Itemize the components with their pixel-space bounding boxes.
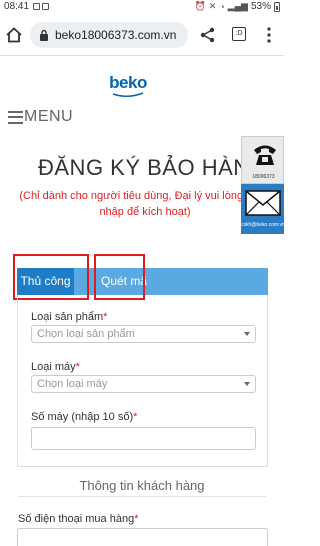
battery-percent: 53% [250,1,271,12]
chevron-down-icon[interactable] [244,382,250,386]
purchase-phone-label: Số điện thoại mua hàng* [18,513,139,525]
envelope-icon[interactable] [245,189,281,217]
section-divider [18,496,266,497]
mute-icon: ✕ [208,1,217,11]
status-time: 08:41 [4,1,30,12]
customer-section-title: Thông tin khách hàng [79,478,205,493]
logo-swoosh [112,92,144,97]
email-button[interactable]: cskh@beko.com.vn [241,184,284,234]
url-text[interactable]: beko18006373.com.vn [55,28,176,42]
menu-button[interactable]: MENU [8,108,73,126]
home-icon[interactable] [5,26,23,44]
more-menu-icon[interactable] [265,26,273,44]
hotline-button[interactable]: 18006373 [241,136,284,184]
tab-switcher-button[interactable]: :D [232,27,246,41]
machine-type-label: Loại máy* [31,361,80,373]
telephone-icon[interactable] [252,142,278,168]
notification-icons [33,2,63,12]
share-icon[interactable] [199,26,217,44]
signal-icon: ▂▄▆ [227,1,248,11]
email-address[interactable]: cskh@beko.com.vn [241,222,284,228]
serial-number-input[interactable] [31,427,256,450]
highlight-box-scan [94,254,145,300]
wifi-icon: ◔ [219,1,225,12]
hamburger-icon[interactable] [8,110,23,124]
machine-type-select[interactable]: Chọn loại máy [31,375,256,393]
purchase-phone-input[interactable] [17,528,268,546]
menu-label[interactable]: MENU [24,108,73,126]
alarm-icon: ⏰ [194,1,206,11]
battery-icon [274,1,280,12]
hotline-number[interactable]: 18006373 [242,174,285,180]
serial-number-label: Số máy (nhập 10 số)* [31,411,138,423]
address-bar[interactable]: beko18006373.com.vn [30,22,188,48]
product-type-select[interactable]: Chọn loại sản phẩm [31,325,256,343]
floating-contact-panel: 18006373 cskh@beko.com.vn [241,136,284,234]
status-right: ⏰ ✕ ◔ ▂▄▆ 53% [195,1,280,12]
browser-toolbar: beko18006373.com.vn :D [0,16,284,56]
page-subtitle: (Chỉ dành cho người tiêu dùng, Đại lý vu… [19,190,271,218]
chevron-down-icon[interactable] [244,332,250,336]
product-type-label: Loại sản phẩm* [31,311,108,323]
page-title: ĐĂNG KÝ BẢO HÀNH [38,155,267,180]
status-bar: 08:41 ⏰ ✕ ◔ ▂▄▆ 53% [0,0,284,15]
lock-icon[interactable] [39,29,49,41]
highlight-box-manual [13,254,89,300]
